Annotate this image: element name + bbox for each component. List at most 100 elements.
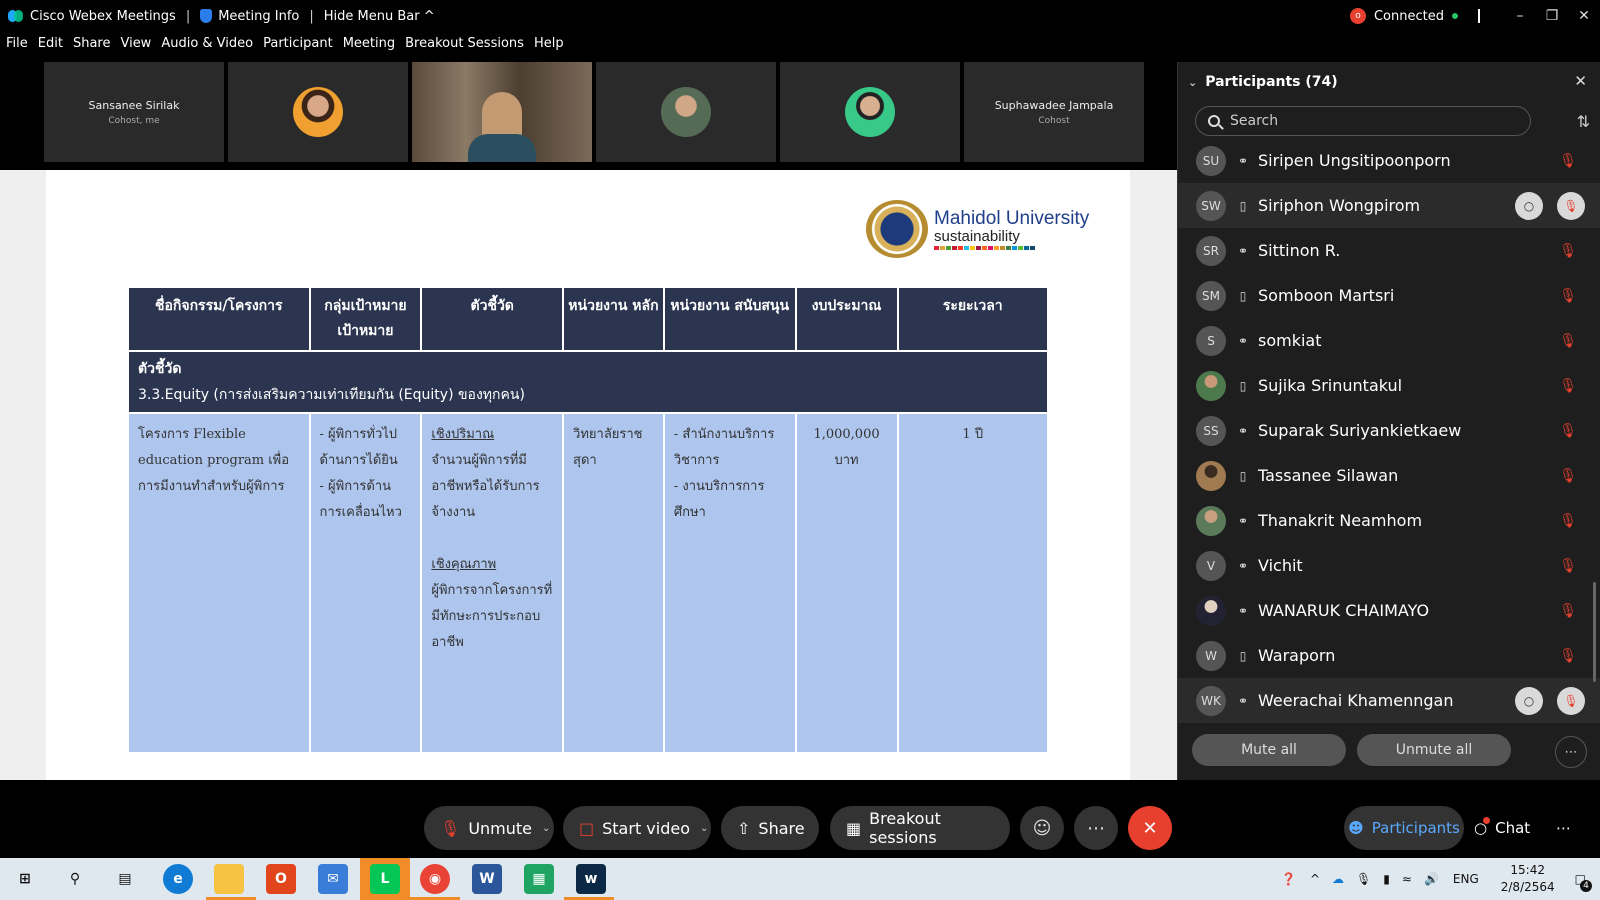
end-meeting-button[interactable]: ✕ xyxy=(1128,806,1172,850)
list-item[interactable]: SM ▯ Somboon Martsri 🎙 xyxy=(1178,273,1600,318)
video-tile[interactable] xyxy=(228,62,408,162)
muted-mic-icon[interactable]: 🎙 xyxy=(1559,648,1577,664)
language-indicator[interactable]: ENG xyxy=(1453,872,1479,886)
video-tile[interactable]: Suphawadee Jampala Cohost xyxy=(964,62,1144,162)
list-item[interactable]: SS ⚭ Suparak Suriyankietkaew 🎙 xyxy=(1178,408,1600,453)
participant-name: Siripen Ungsitipoonporn xyxy=(1258,151,1451,170)
more-icon[interactable]: ⋯ xyxy=(1074,806,1118,850)
mail-icon[interactable]: ✉ xyxy=(318,864,348,894)
muted-mic-icon[interactable]: 🎙 xyxy=(1559,603,1577,619)
participants-button[interactable]: ☻ Participants xyxy=(1344,806,1464,850)
list-item[interactable]: ▯ Sujika Srinuntakul 🎙 xyxy=(1178,363,1600,408)
wifi-icon[interactable]: ≈ xyxy=(1402,872,1412,886)
battery-icon[interactable]: ▮ xyxy=(1383,872,1390,886)
search-icon xyxy=(1208,115,1220,127)
menu-breakout-sessions[interactable]: Breakout Sessions xyxy=(405,36,524,58)
clock-date: 2/8/2564 xyxy=(1500,880,1555,894)
line-icon[interactable]: L xyxy=(370,864,400,894)
muted-mic-icon[interactable]: 🎙 xyxy=(1559,243,1577,259)
video-tile[interactable] xyxy=(596,62,776,162)
chevron-down-icon[interactable]: ⌄ xyxy=(542,823,550,834)
chat-bubble-icon[interactable]: ○ xyxy=(1515,686,1543,715)
list-item[interactable]: S ⚭ somkiat 🎙 xyxy=(1178,318,1600,363)
menu-meeting[interactable]: Meeting xyxy=(343,36,395,58)
sort-icon[interactable]: ⇅ xyxy=(1577,112,1590,131)
clock[interactable]: 15:42 2/8/2564 xyxy=(1501,862,1555,896)
menu-share[interactable]: Share xyxy=(73,36,111,58)
webex-icon[interactable]: w xyxy=(576,864,606,894)
list-item[interactable]: V ⚭ Vichit 🎙 xyxy=(1178,543,1600,588)
office-icon[interactable]: O xyxy=(266,864,296,894)
chevron-up-icon[interactable]: ^ xyxy=(1310,872,1320,886)
help-icon[interactable]: ❓ xyxy=(1281,872,1296,886)
status-dot-icon xyxy=(1452,13,1458,19)
list-item[interactable]: ⚭ Thanakrit Neamhom 🎙 xyxy=(1178,498,1600,543)
recording-badge[interactable]: o xyxy=(1349,8,1366,24)
menu-audio-video[interactable]: Audio & Video xyxy=(161,36,253,58)
muted-mic-icon[interactable]: 🎙 xyxy=(1559,513,1577,529)
muted-mic-icon: 🎙 xyxy=(440,818,461,838)
meeting-info-button[interactable]: Meeting Info xyxy=(218,9,299,24)
unmute-button[interactable]: 🎙 Unmute ⌄ xyxy=(424,806,554,850)
restore-icon[interactable]: ❐ xyxy=(1536,8,1568,24)
list-item[interactable]: W ▯ Waraporn 🎙 xyxy=(1178,633,1600,678)
list-item[interactable]: SU ⚭ Siripen Ungsitipoonporn 🎙 xyxy=(1178,144,1600,183)
chat-button[interactable]: ○ Chat xyxy=(1474,806,1530,850)
shield-icon[interactable] xyxy=(200,9,213,23)
list-item[interactable]: ▯ Tassanee Silawan 🎙 xyxy=(1178,453,1600,498)
list-item[interactable]: SR ⚭ Sittinon R. 🎙 xyxy=(1178,228,1600,273)
menu-edit[interactable]: Edit xyxy=(38,36,63,58)
scrollbar[interactable] xyxy=(1593,582,1596,682)
list-item[interactable]: ⚭ WANARUK CHAIMAYO 🎙 xyxy=(1178,588,1600,633)
video-tile[interactable]: Sansanee Sirilak Cohost, me xyxy=(44,62,224,162)
muted-mic-icon[interactable]: 🎙 xyxy=(1559,558,1577,574)
microphone-icon[interactable]: 🎙 xyxy=(1356,872,1371,886)
chat-bubble-icon[interactable]: ○ xyxy=(1515,191,1543,220)
mute-all-button[interactable]: Mute all xyxy=(1192,734,1346,766)
volume-icon[interactable]: 🔊 xyxy=(1424,872,1439,886)
chevron-down-icon[interactable]: ⌄ xyxy=(700,823,708,834)
chevron-down-icon[interactable]: ⌄ xyxy=(1188,76,1197,89)
muted-mic-icon[interactable]: 🎙 xyxy=(1559,288,1577,304)
share-button[interactable]: ⇧ Share xyxy=(721,806,819,850)
sheets-icon[interactable]: ▦ xyxy=(524,864,554,894)
menu-help[interactable]: Help xyxy=(534,36,564,58)
muted-mic-icon[interactable]: 🎙 xyxy=(1557,191,1585,220)
kpi-quant-title: เชิงปริมาณ xyxy=(431,427,495,442)
more-options-icon[interactable]: ⋯ xyxy=(1556,806,1571,850)
tile-role: Cohost, me xyxy=(108,115,160,126)
notifications-icon[interactable]: □ 4 xyxy=(1575,872,1592,892)
list-item[interactable]: WK ⚭ Weerachai Khamenngan ○ 🎙 xyxy=(1178,678,1600,723)
breakout-sessions-button[interactable]: ▦ Breakout sessions xyxy=(830,806,1010,850)
windows-start-icon[interactable]: ⊞ xyxy=(10,864,40,894)
search-input[interactable]: Search xyxy=(1195,106,1531,136)
video-tile[interactable] xyxy=(780,62,960,162)
hide-menu-bar-button[interactable]: Hide Menu Bar ^ xyxy=(324,9,435,24)
start-video-button[interactable]: □ Start video ⌄ xyxy=(563,806,711,850)
file-explorer-icon[interactable] xyxy=(214,864,244,894)
more-options-icon[interactable]: ⋯ xyxy=(1555,736,1587,768)
muted-mic-icon[interactable]: 🎙 xyxy=(1559,333,1577,349)
menu-view[interactable]: View xyxy=(120,36,151,58)
reactions-icon[interactable]: ☺ xyxy=(1020,806,1064,850)
muted-mic-icon[interactable]: 🎙 xyxy=(1559,423,1577,439)
task-view-icon[interactable]: ▤ xyxy=(110,864,140,894)
muted-mic-icon[interactable]: 🎙 xyxy=(1557,686,1585,715)
search-icon[interactable]: ⚲ xyxy=(60,864,90,894)
muted-mic-icon[interactable]: 🎙 xyxy=(1559,468,1577,484)
onedrive-icon[interactable]: ☁ xyxy=(1332,872,1344,886)
unmute-all-button[interactable]: Unmute all xyxy=(1357,734,1511,766)
close-icon[interactable]: ✕ xyxy=(1574,72,1587,90)
muted-mic-icon[interactable]: 🎙 xyxy=(1559,153,1577,169)
menu-participant[interactable]: Participant xyxy=(263,36,333,58)
list-item[interactable]: SW ▯ Siriphon Wongpirom ○ 🎙 xyxy=(1178,183,1600,228)
chrome-icon[interactable]: ◉ xyxy=(420,864,450,894)
app-title: Cisco Webex Meetings xyxy=(30,8,176,24)
video-tile-live[interactable] xyxy=(412,62,592,162)
close-window-icon[interactable]: ✕ xyxy=(1568,8,1600,24)
word-icon[interactable]: W xyxy=(472,864,502,894)
minimize-icon[interactable]: – xyxy=(1504,8,1536,24)
edge-icon[interactable]: e xyxy=(163,864,193,894)
muted-mic-icon[interactable]: 🎙 xyxy=(1559,378,1577,394)
menu-file[interactable]: File xyxy=(6,36,28,58)
